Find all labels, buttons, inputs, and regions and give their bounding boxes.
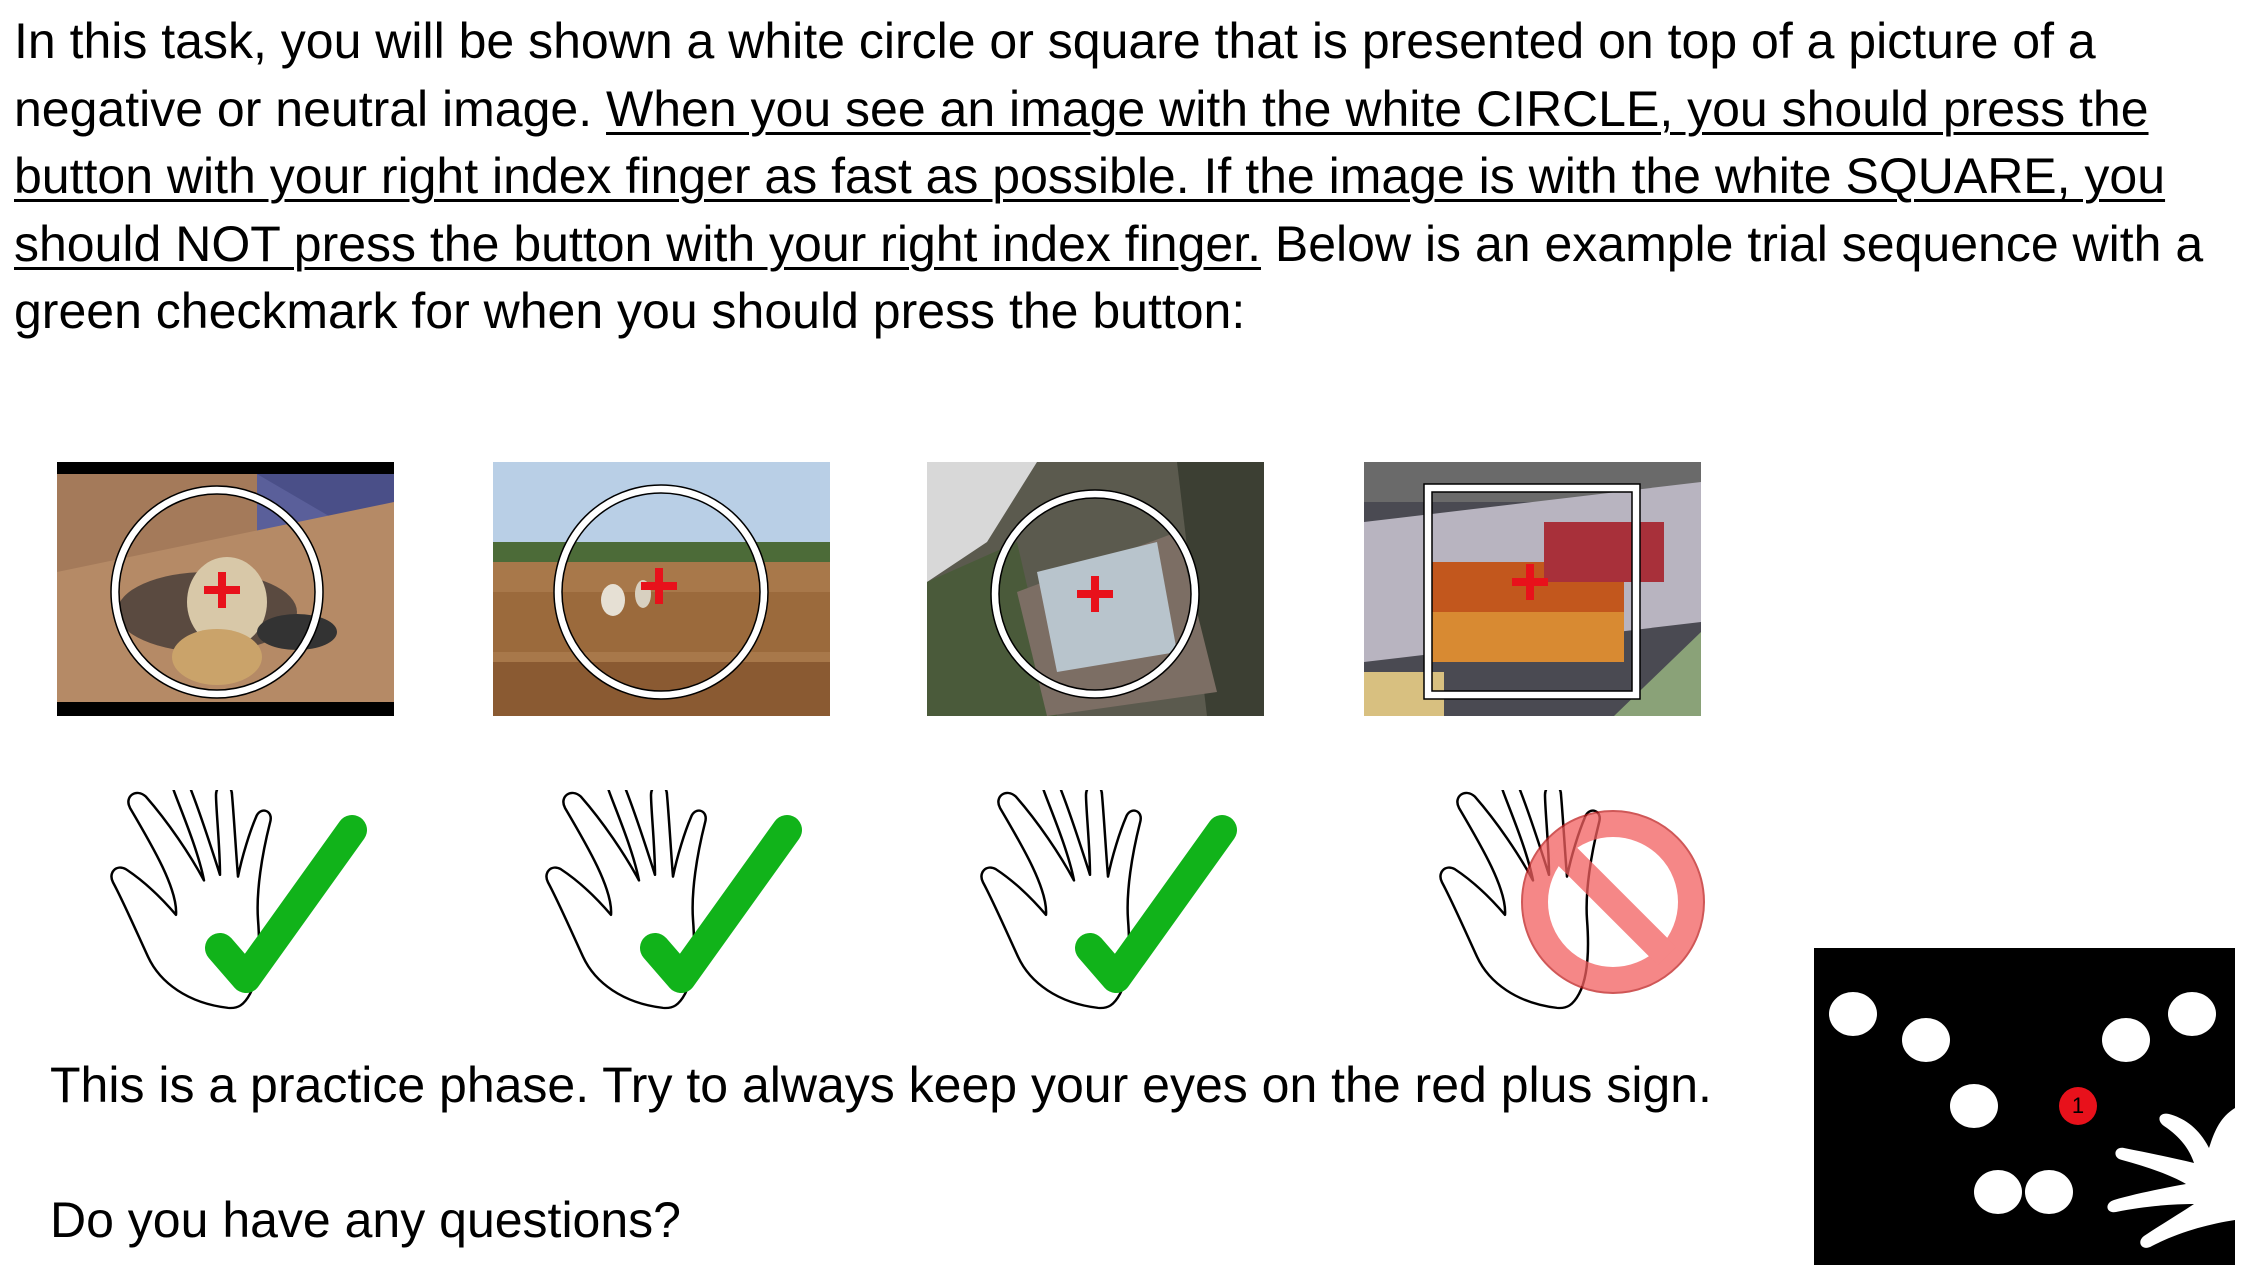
pad-button-label: 1 [2071,1093,2085,1118]
hand-press-3 [978,779,1238,1025]
pad-button [2168,992,2216,1036]
pad-button [1974,1170,2022,1214]
fixation-cross-4 [1512,564,1548,600]
pad-button [1950,1084,1998,1128]
pad-button [2025,1170,2073,1214]
pad-button [1902,1018,1950,1062]
fixation-cross-2 [641,568,677,604]
pad-button [1829,992,1877,1036]
response-pad: 1 [1814,948,2235,1265]
fixation-cross-1 [204,572,240,608]
hand-press-1 [108,779,368,1025]
hand-no-press-4 [1437,779,1727,1025]
hand-icon [2107,1108,2235,1248]
hand-press-2 [543,779,803,1025]
instructions-paragraph: In this task, you will be shown a white … [14,8,2239,346]
practice-note: This is a practice phase. Try to always … [50,1057,1712,1113]
pad-button [2102,1018,2150,1062]
questions-prompt: Do you have any questions? [50,1192,681,1248]
fixation-cross-3 [1077,576,1113,612]
